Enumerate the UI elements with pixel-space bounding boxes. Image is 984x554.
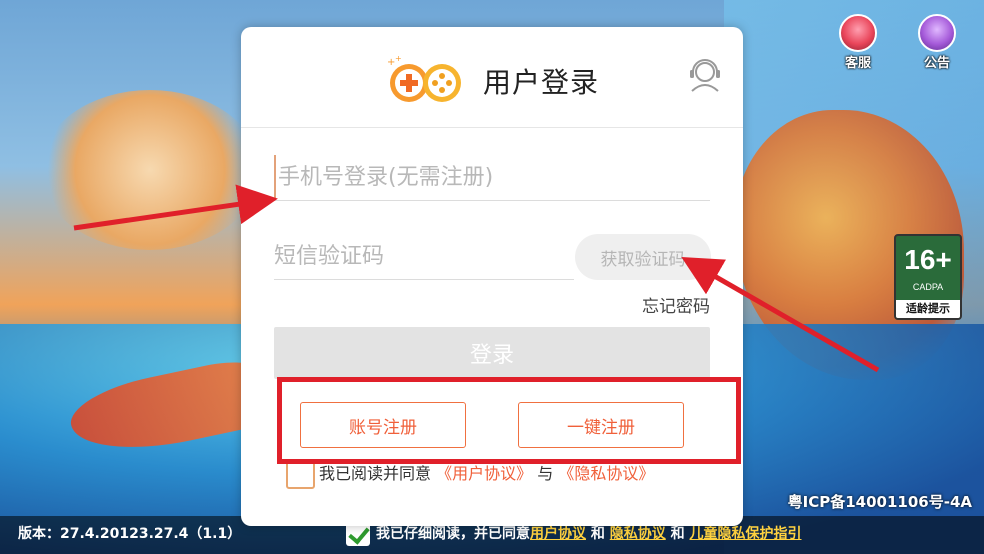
annotation-arrow-left bbox=[73, 184, 278, 231]
annotation-arrow-right bbox=[681, 257, 880, 373]
annotation-arrows bbox=[73, 184, 880, 373]
